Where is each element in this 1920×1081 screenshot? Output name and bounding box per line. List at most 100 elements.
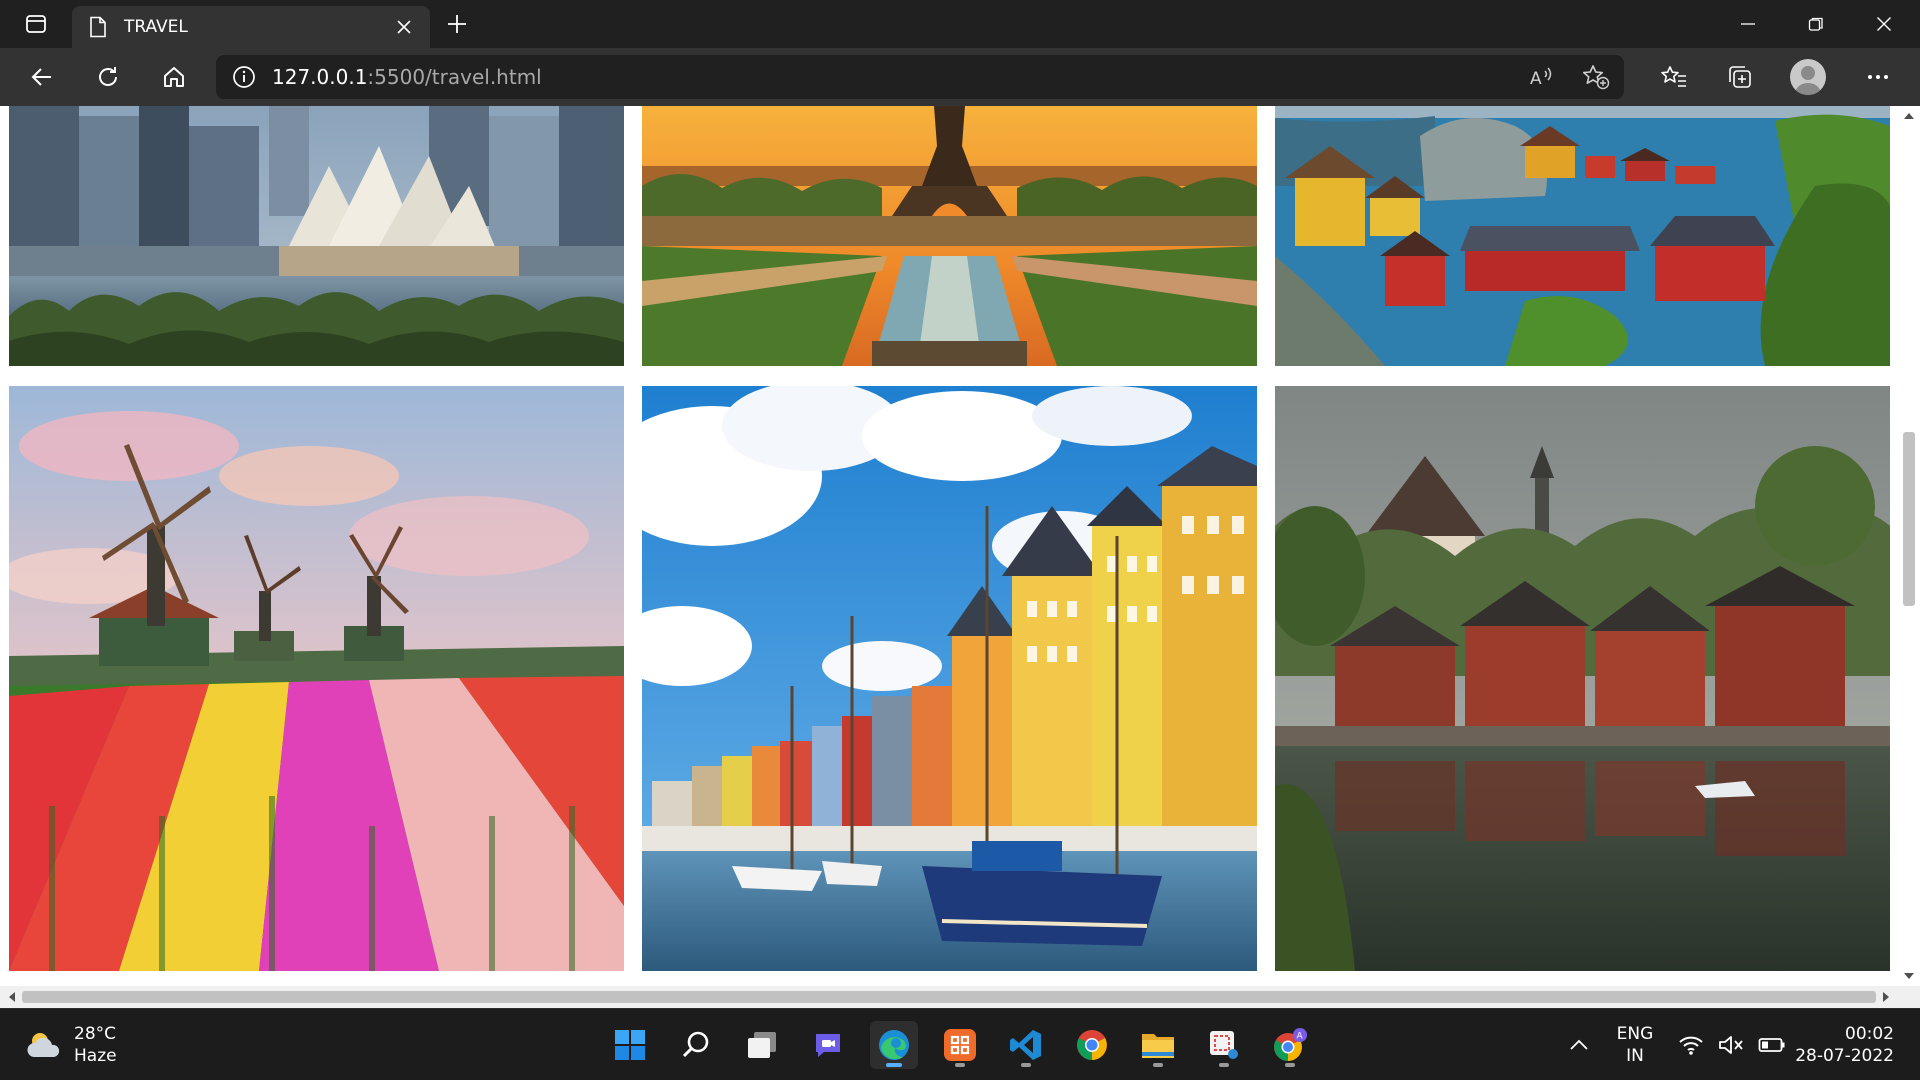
horizontal-scroll-thumb[interactable] — [22, 991, 1876, 1003]
minimize-button[interactable] — [1726, 8, 1770, 40]
porvoo-image — [1275, 386, 1890, 971]
running-indicator — [955, 1063, 965, 1067]
file-explorer-taskbar-button[interactable] — [1134, 1021, 1182, 1069]
collections-icon — [1729, 66, 1751, 88]
star-plus-icon — [1583, 65, 1610, 90]
collections-button[interactable] — [1718, 59, 1762, 95]
chrome-taskbar-button[interactable] — [1068, 1021, 1116, 1069]
restore-button[interactable] — [1794, 8, 1838, 40]
app-taskbar-button[interactable] — [936, 1021, 984, 1069]
chat-icon — [816, 1034, 840, 1057]
gallery-image-netherlands[interactable] — [9, 386, 624, 971]
svg-text:A: A — [1530, 69, 1542, 89]
scroll-left-icon[interactable] — [6, 991, 18, 1003]
favorites-icon — [1661, 66, 1686, 87]
snipping-tool-taskbar-button[interactable] — [1200, 1021, 1248, 1069]
running-indicator — [1021, 1063, 1031, 1067]
gallery-image-sydney[interactable] — [9, 106, 624, 366]
home-icon — [164, 67, 184, 87]
scrollbar-corner — [1898, 986, 1920, 1008]
chat-button[interactable] — [804, 1021, 852, 1069]
norway-village-image — [1275, 106, 1890, 366]
refresh-button[interactable] — [86, 59, 130, 95]
region-code: IN — [1626, 1046, 1644, 1066]
close-icon — [397, 20, 411, 34]
tab-title: TRAVEL — [124, 17, 188, 37]
add-favorite-button[interactable] — [1574, 59, 1618, 95]
start-button[interactable] — [606, 1021, 654, 1069]
taskbar: 28°C Haze A ENG IN 00:02 28-07-2022 — [0, 1008, 1920, 1080]
address-bar[interactable]: 127.0.0.1:5500/travel.html A — [216, 55, 1624, 99]
profile-icon — [1794, 66, 1822, 95]
system-tray-status[interactable] — [1678, 1009, 1786, 1081]
url-text: 127.0.0.1:5500/travel.html — [272, 65, 542, 89]
chrome-icon — [1077, 1030, 1107, 1060]
clock-date: 28-07-2022 — [1795, 1046, 1894, 1066]
tab-actions-button[interactable] — [12, 10, 60, 38]
vscode-icon — [1010, 1030, 1041, 1060]
weather-text: 28°C Haze — [74, 1023, 117, 1067]
language-code: ENG — [1616, 1024, 1654, 1044]
refresh-icon — [99, 67, 117, 86]
clock[interactable]: 00:02 28-07-2022 — [1790, 1023, 1894, 1067]
restore-icon — [1808, 17, 1823, 31]
edge-icon — [879, 1030, 909, 1060]
nyhavn-image — [642, 386, 1257, 971]
weather-condition: Haze — [74, 1046, 117, 1066]
avatar[interactable] — [1790, 59, 1826, 95]
edge-taskbar-button[interactable] — [870, 1021, 918, 1069]
running-indicator — [1153, 1063, 1163, 1067]
eiffel-tower-image — [642, 106, 1257, 366]
scroll-down-icon[interactable] — [1903, 970, 1915, 982]
close-tab-button[interactable] — [392, 15, 416, 39]
read-aloud-icon: A — [1530, 67, 1552, 89]
gallery-image-copenhagen[interactable] — [642, 386, 1257, 971]
sydney-opera-house-image — [9, 106, 624, 366]
browser-tab[interactable]: TRAVEL — [72, 6, 430, 48]
windmills-tulips-image — [9, 386, 624, 971]
settings-menu-button[interactable] — [1856, 59, 1900, 95]
snipping-tool-icon — [1210, 1031, 1238, 1059]
favorites-button[interactable] — [1652, 59, 1696, 95]
active-indicator — [886, 1063, 902, 1067]
gallery-image-norway[interactable] — [1275, 106, 1890, 366]
gallery-image-porvoo[interactable] — [1275, 386, 1890, 971]
scroll-up-icon[interactable] — [1903, 110, 1915, 122]
app-icon — [944, 1029, 976, 1061]
running-indicator — [1219, 1063, 1229, 1067]
show-hidden-icons-button[interactable] — [1570, 1009, 1600, 1081]
close-window-button[interactable] — [1862, 8, 1906, 40]
minimize-icon — [1741, 23, 1755, 25]
page-viewport — [0, 106, 1898, 986]
task-view-button[interactable] — [738, 1021, 786, 1069]
more-icon — [1868, 75, 1888, 79]
scroll-right-icon[interactable] — [1880, 991, 1892, 1003]
back-button[interactable] — [20, 59, 64, 95]
weather-widget[interactable]: 28°C Haze — [26, 1023, 117, 1067]
read-aloud-button[interactable]: A — [1520, 59, 1564, 95]
gallery-image-paris[interactable] — [642, 106, 1257, 366]
vscode-taskbar-button[interactable] — [1002, 1021, 1050, 1069]
site-info-button[interactable] — [216, 55, 272, 99]
new-tab-button[interactable] — [440, 9, 474, 39]
battery-icon — [1758, 1038, 1785, 1052]
vertical-scrollbar[interactable] — [1898, 106, 1920, 986]
vertical-scroll-thumb[interactable] — [1903, 432, 1915, 606]
windows-start-icon — [615, 1030, 645, 1060]
chrome-profile-taskbar-button[interactable]: A — [1266, 1021, 1314, 1069]
search-button[interactable] — [672, 1021, 720, 1069]
speaker-muted-icon — [1719, 1036, 1743, 1054]
horizontal-scrollbar[interactable] — [0, 986, 1898, 1008]
url-host: 127.0.0.1 — [272, 65, 368, 89]
language-indicator[interactable]: ENG IN — [1612, 1023, 1658, 1067]
home-button[interactable] — [152, 59, 196, 95]
close-icon — [1877, 17, 1891, 31]
weather-temperature: 28°C — [74, 1024, 117, 1044]
running-indicator — [1285, 1063, 1295, 1067]
navigation-bar: 127.0.0.1:5500/travel.html A — [0, 48, 1920, 106]
page-icon — [90, 16, 106, 38]
tab-actions-icon — [26, 15, 46, 33]
clock-time: 00:02 — [1845, 1024, 1894, 1044]
wifi-icon — [1679, 1036, 1703, 1055]
svg-text:A: A — [1297, 1032, 1304, 1042]
